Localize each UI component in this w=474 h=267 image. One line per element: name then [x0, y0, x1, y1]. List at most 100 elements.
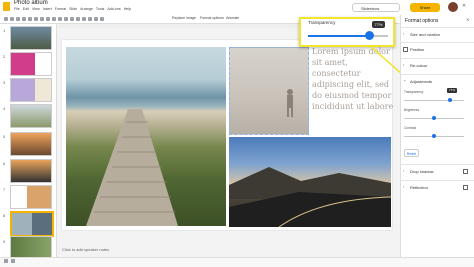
undo-icon[interactable] — [10, 17, 14, 21]
textbox-icon[interactable] — [46, 17, 50, 21]
reset-button[interactable]: Reset — [404, 149, 419, 157]
shape-icon[interactable] — [58, 17, 62, 21]
section-size-rotation[interactable]: Size and rotation — [410, 32, 440, 37]
menu-bar: File Edit View Insert Format Slide Arran… — [14, 7, 131, 11]
slide-number: 1 — [3, 28, 6, 33]
foggy-hiker-image[interactable] — [229, 47, 309, 135]
crop-icon[interactable] — [76, 17, 80, 21]
section-adjustments[interactable]: Adjustments — [410, 79, 432, 84]
slide-thumbnail-5[interactable] — [10, 132, 52, 156]
brightness-slider-knob[interactable] — [432, 116, 436, 120]
document-title[interactable]: Photo album — [14, 0, 48, 6]
menu-help[interactable]: Help — [124, 7, 131, 11]
grid-view-icon[interactable] — [4, 259, 8, 263]
comment-icon[interactable] — [70, 17, 74, 21]
line-icon[interactable] — [64, 17, 68, 21]
menu-file[interactable]: File — [14, 7, 20, 11]
format-options-panel — [400, 15, 474, 266]
contrast-slider-knob[interactable] — [432, 134, 436, 138]
share-button[interactable]: Share — [410, 3, 440, 12]
divider — [400, 74, 474, 75]
transparency-label: Transparency — [404, 90, 424, 94]
menu-slide[interactable]: Slide — [69, 7, 77, 11]
slide-number: 5 — [3, 134, 6, 139]
brightness-label: Brightness — [404, 108, 420, 112]
drop-shadow-checkbox[interactable] — [463, 169, 468, 174]
slide-number: 7 — [3, 187, 6, 192]
section-reflection[interactable]: Reflection — [410, 185, 428, 190]
divider — [400, 180, 474, 181]
section-recolor[interactable]: Re-colour — [410, 63, 427, 68]
menu-insert[interactable]: Insert — [43, 7, 52, 11]
boardwalk-path-graphic — [86, 109, 178, 226]
panel-title: Format options — [405, 18, 439, 24]
border-dash-icon[interactable] — [100, 17, 104, 21]
menu-tools[interactable]: Tools — [96, 7, 104, 11]
slide-number: 2 — [3, 54, 6, 59]
slide-number: 9 — [3, 239, 6, 244]
close-icon[interactable]: ✕ — [462, 3, 470, 11]
slide-thumbnail-6[interactable] — [10, 159, 52, 183]
slide-thumbnail-2[interactable] — [10, 52, 52, 76]
image-icon[interactable] — [52, 17, 56, 21]
border-color-icon[interactable] — [88, 17, 92, 21]
hiker-silhouette-graphic — [287, 89, 293, 117]
slide-number: 6 — [3, 161, 6, 166]
slides-logo-icon[interactable] — [3, 2, 10, 11]
zoom-icon[interactable] — [34, 17, 38, 21]
toolbar-icon-group — [4, 16, 104, 21]
panel-close-icon[interactable]: ✕ — [466, 17, 469, 22]
add-icon[interactable] — [4, 17, 8, 21]
lorem-text-box[interactable]: Lorem ipsum dolor sit amet, consectetur … — [312, 46, 398, 112]
transparency-slider-knob[interactable] — [448, 98, 452, 102]
border-weight-icon[interactable] — [94, 17, 98, 21]
menu-arrange[interactable]: Arrange — [80, 7, 93, 11]
avatar[interactable] — [448, 2, 458, 12]
slide-thumbnail-4[interactable] — [10, 104, 52, 128]
print-icon[interactable] — [22, 17, 26, 21]
menu-edit[interactable]: Edit — [23, 7, 29, 11]
divider — [400, 27, 474, 28]
menu-view[interactable]: View — [32, 7, 40, 11]
animate-button[interactable]: Animate — [226, 16, 239, 20]
slide-thumbnail-7[interactable] — [10, 185, 52, 209]
slide-number: 4 — [3, 106, 6, 111]
chevron-right-icon: › — [403, 62, 405, 67]
divider — [400, 164, 474, 165]
chevron-down-icon: ⌄ — [403, 77, 407, 82]
section-drop-shadow[interactable]: Drop shadow — [410, 169, 434, 174]
transparency-value-badge: 77% — [447, 88, 457, 93]
transparency-slider-track[interactable] — [404, 100, 464, 101]
slide-number: 3 — [3, 80, 6, 85]
callout-slider-fill — [308, 35, 370, 37]
paint-format-icon[interactable] — [28, 17, 32, 21]
menu-addons[interactable]: Add-ons — [107, 7, 120, 11]
position-checkbox[interactable] — [403, 47, 408, 52]
contrast-label: Contrast — [404, 126, 417, 130]
filmstrip-view-icon[interactable] — [11, 259, 15, 263]
callout-transparency-label: Transparency — [308, 20, 336, 25]
chevron-right-icon: › — [403, 31, 405, 36]
slideshow-button[interactable]: Slideshow — [352, 3, 400, 12]
boardwalk-beach-image[interactable] — [66, 47, 226, 226]
select-icon[interactable] — [40, 17, 44, 21]
chevron-right-icon: › — [403, 184, 405, 189]
speaker-notes-placeholder[interactable]: Click to add speaker notes — [62, 247, 109, 252]
callout-value-badge: 77% — [372, 21, 385, 28]
mask-icon[interactable] — [82, 17, 86, 21]
mountain-road-image[interactable] — [229, 137, 391, 227]
chevron-right-icon: › — [403, 168, 405, 173]
filmstrip: 1 2 3 4 5 6 7 8 9 — [0, 24, 57, 266]
road-landscape-graphic — [229, 167, 391, 227]
slide-number: 8 — [3, 213, 6, 218]
menu-format[interactable]: Format — [55, 7, 66, 11]
slide-thumbnail-1[interactable] — [10, 26, 52, 50]
reflection-checkbox[interactable] — [463, 185, 468, 190]
divider — [400, 42, 474, 43]
redo-icon[interactable] — [16, 17, 20, 21]
section-position[interactable]: Position — [410, 47, 424, 52]
format-options-button[interactable]: Format options — [200, 16, 224, 20]
replace-image-button[interactable]: Replace image — [172, 16, 196, 20]
slide-thumbnail-8[interactable] — [10, 211, 54, 237]
slide-thumbnail-3[interactable] — [10, 78, 52, 102]
